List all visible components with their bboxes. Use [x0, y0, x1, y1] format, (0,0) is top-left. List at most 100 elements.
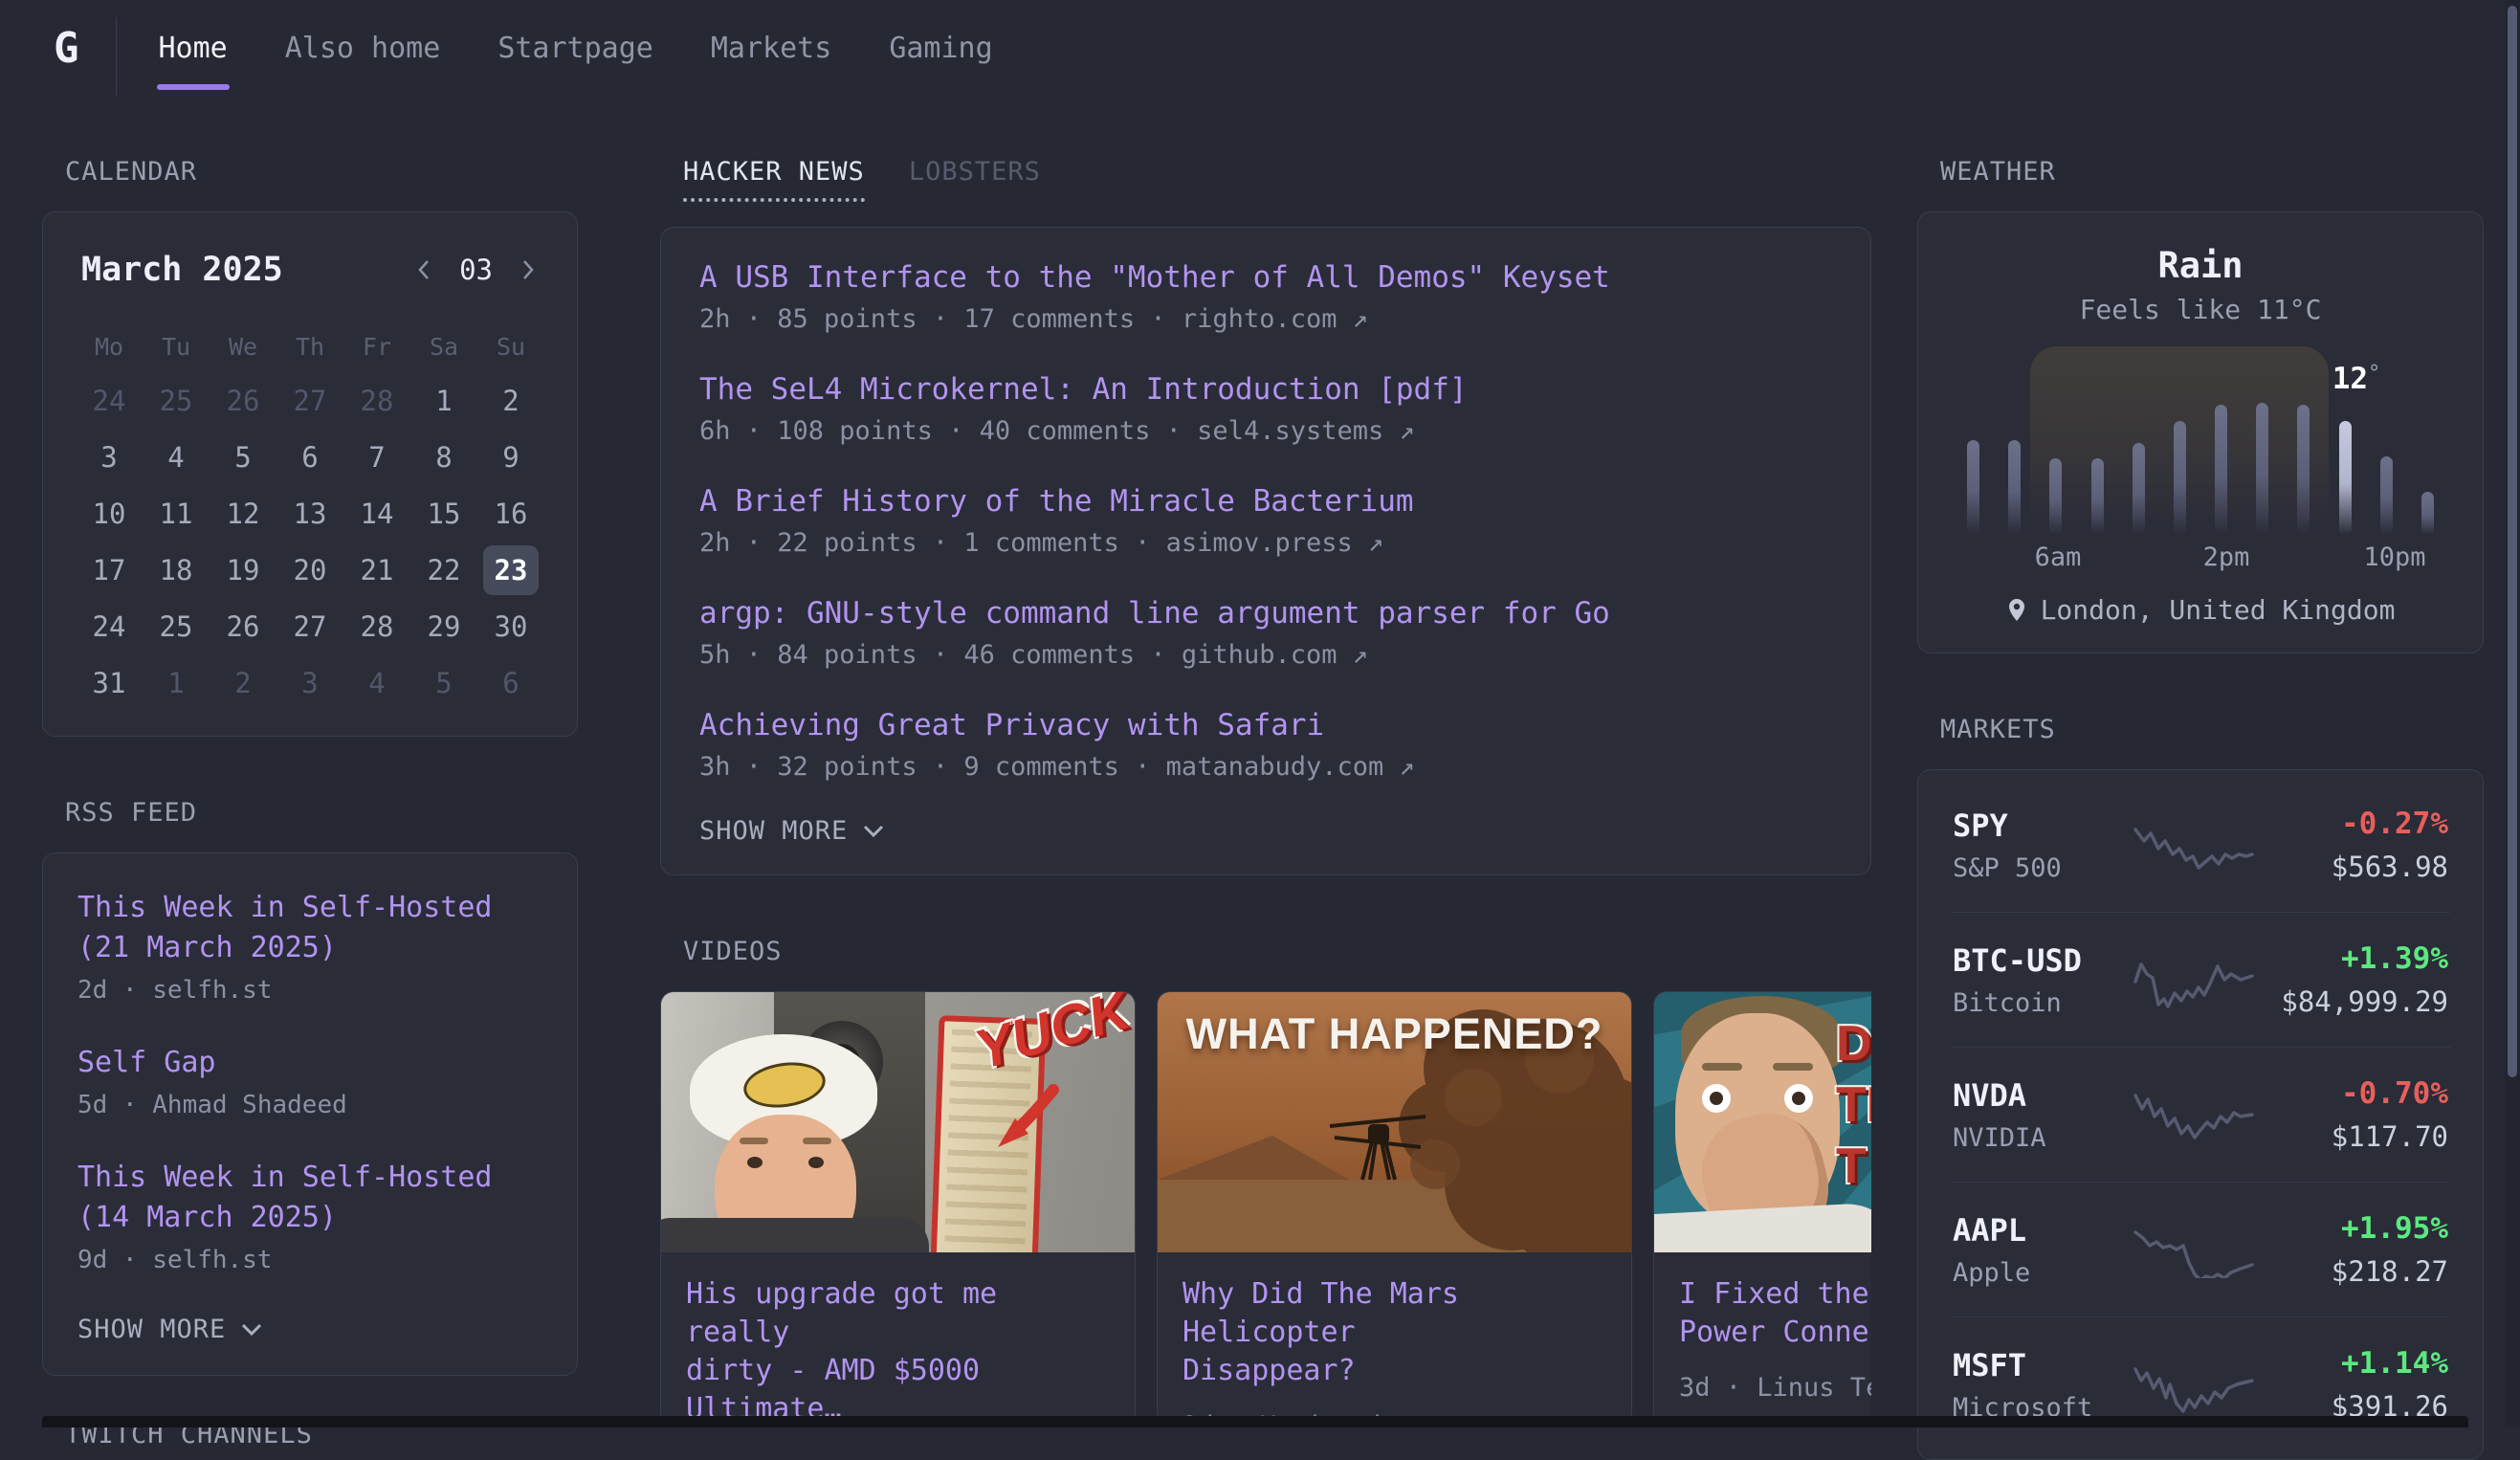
calendar-weekday-row: Mo Tu We Th Fr Sa Su: [76, 333, 544, 361]
calendar-title: March 2025: [81, 251, 283, 289]
rss-item-link[interactable]: This Week in Self-Hosted (14 March 2025): [77, 1158, 542, 1238]
weekday-label: Fr: [343, 333, 410, 361]
news-item-link[interactable]: A USB Interface to the "Mother of All De…: [699, 258, 1832, 297]
video-title-line: Disappear?: [1183, 1352, 1606, 1390]
nav-tab-home[interactable]: Home: [159, 0, 228, 96]
nav-tab-gaming[interactable]: Gaming: [889, 0, 992, 96]
eye-shape: [1784, 1084, 1813, 1113]
markets-section-label: MARKETS: [1917, 715, 2484, 744]
video-card[interactable]: WHAT HAPPENED? Why Did The Mars Helicopt…: [1157, 991, 1632, 1426]
market-row[interactable]: NVDA NVIDIA -0.70% $117.70: [1951, 1047, 2450, 1182]
weather-bar: [2091, 458, 2104, 535]
market-ticker: BTC-USD: [1953, 942, 2130, 979]
market-row[interactable]: AAPL Apple +1.95% $218.27: [1951, 1182, 2450, 1316]
video-thumbnail[interactable]: YUCK: [661, 992, 1135, 1252]
brow-shape: [803, 1138, 831, 1144]
time-tick-label: 10pm: [2363, 542, 2425, 572]
nav-tab-also-home[interactable]: Also home: [285, 0, 441, 96]
nav-tab-markets[interactable]: Markets: [711, 0, 831, 96]
hacker-news-widget: A USB Interface to the "Mother of All De…: [660, 227, 1871, 875]
middle-column: HACKER NEWS LOBSTERS A USB Interface to …: [660, 96, 1871, 1426]
rss-item-link[interactable]: This Week in Self-Hosted (21 March 2025): [77, 888, 542, 968]
pupil-shape: [1710, 1092, 1723, 1105]
video-title[interactable]: Why Did The Mars Helicopter Disappear?: [1183, 1275, 1606, 1390]
video-meta: 3d · Linus Tec: [1679, 1373, 1871, 1403]
video-card[interactable]: DO TH T I Fixed the 5 Power Connect 3d ·…: [1653, 991, 1871, 1426]
news-item-meta: 3h · 32 points · 9 comments · matanabudy…: [699, 752, 1832, 782]
rss-show-more-button[interactable]: SHOW MORE: [77, 1315, 542, 1344]
market-row[interactable]: MSFT Microsoft +1.14% $391.26: [1951, 1316, 2450, 1451]
scrollbar-thumb[interactable]: [2508, 6, 2517, 1077]
nav-tab-startpage[interactable]: Startpage: [497, 0, 653, 96]
market-row[interactable]: BTC-USD Bitcoin +1.39% $84,999.29: [1951, 912, 2450, 1047]
market-name: S&P 500: [1953, 853, 2130, 883]
calendar-section-label: CALENDAR: [42, 157, 578, 187]
news-item-link[interactable]: The SeL4 Microkernel: An Introduction [p…: [699, 370, 1832, 409]
scrollbar-track[interactable]: [2505, 0, 2520, 1427]
calendar-day: 7: [343, 429, 410, 485]
news-show-more-button[interactable]: SHOW MORE: [699, 816, 1832, 846]
next-row-edge: [42, 1416, 2468, 1427]
news-item-link[interactable]: argp: GNU-style command line argument pa…: [699, 594, 1832, 632]
video-title-line: Why Did The Mars Helicopter: [1183, 1275, 1606, 1352]
market-price: $218.27: [2257, 1255, 2448, 1288]
rss-item: Self Gap 5d · Ahmad Shadeed: [77, 1043, 542, 1119]
weather-bar-chart: 12°: [1961, 348, 2440, 535]
market-ticker: NVDA: [1953, 1077, 2130, 1114]
rss-item: This Week in Self-Hosted (14 March 2025)…: [77, 1158, 542, 1274]
weather-bar: [2049, 458, 2062, 535]
brow-shape: [1702, 1063, 1742, 1071]
rss-item-link[interactable]: Self Gap: [77, 1043, 542, 1083]
weekday-label: We: [210, 333, 276, 361]
brow-shape: [740, 1138, 768, 1144]
market-change: -0.27%: [2257, 807, 2448, 841]
weather-bar: [2133, 443, 2145, 535]
markets-widget: SPY S&P 500 -0.27% $563.98 BTC-USD Bitco…: [1917, 769, 2484, 1460]
video-title[interactable]: His upgrade got me really dirty - AMD $5…: [686, 1275, 1110, 1426]
video-thumbnail[interactable]: DO TH T: [1654, 992, 1871, 1252]
market-row[interactable]: SPY S&P 500 -0.27% $563.98: [1951, 778, 2450, 912]
news-item-link[interactable]: Achieving Great Privacy with Safari: [699, 706, 1832, 744]
calendar-day: 25: [143, 372, 210, 429]
news-item: A USB Interface to the "Mother of All De…: [699, 258, 1832, 334]
video-card[interactable]: YUCK His upgrade got me really dirty - A…: [660, 991, 1136, 1426]
top-nav: G Home Also home Startpage Markets Gamin…: [0, 0, 2520, 96]
nav-tabs: Home Also home Startpage Markets Gaming: [159, 0, 993, 96]
market-price: $84,999.29: [2257, 985, 2448, 1018]
calendar-day: 10: [76, 485, 143, 542]
eye-shape: [1702, 1084, 1731, 1113]
news-item-meta: 6h · 108 points · 40 comments · sel4.sys…: [699, 416, 1832, 446]
pupil-shape: [1792, 1092, 1805, 1105]
weather-bar: [2256, 403, 2268, 535]
calendar-day: 5: [410, 654, 477, 711]
logo[interactable]: G: [54, 0, 79, 96]
news-item-meta: 2h · 85 points · 17 comments · righto.co…: [699, 304, 1832, 334]
weather-location: London, United Kingdom: [1918, 594, 2483, 626]
news-item: Achieving Great Privacy with Safari 3h ·…: [699, 706, 1832, 782]
calendar-day: 14: [343, 485, 410, 542]
calendar-day: 30: [477, 598, 544, 654]
video-title[interactable]: I Fixed the 5 Power Connect: [1679, 1275, 1871, 1352]
eye-shape: [808, 1157, 824, 1168]
chevron-down-icon: [241, 1323, 262, 1337]
market-price: $117.70: [2257, 1120, 2448, 1153]
news-item-meta: 5h · 84 points · 46 comments · github.co…: [699, 640, 1832, 670]
weather-bar: [2297, 405, 2310, 536]
calendar-day: 21: [343, 542, 410, 598]
weekday-label: Th: [276, 333, 343, 361]
calendar-day: 28: [343, 598, 410, 654]
news-item: The SeL4 Microkernel: An Introduction [p…: [699, 370, 1832, 446]
news-item-link[interactable]: A Brief History of the Miracle Bacterium: [699, 482, 1832, 520]
calendar-day: 16: [477, 485, 544, 542]
tab-lobsters[interactable]: LOBSTERS: [909, 157, 1041, 187]
calendar-prev-icon[interactable]: [413, 258, 434, 281]
yuck-text: YUCK: [968, 992, 1135, 1082]
market-name: NVIDIA: [1953, 1123, 2130, 1153]
calendar-next-icon[interactable]: [518, 258, 539, 281]
video-thumbnail[interactable]: WHAT HAPPENED?: [1158, 992, 1631, 1252]
tab-hacker-news[interactable]: HACKER NEWS: [683, 157, 865, 202]
weather-time-axis: 6am 2pm 10pm: [1961, 542, 2440, 573]
red-arrow-icon: [986, 1084, 1063, 1161]
calendar-day: 4: [143, 429, 210, 485]
calendar-day: 11: [143, 485, 210, 542]
